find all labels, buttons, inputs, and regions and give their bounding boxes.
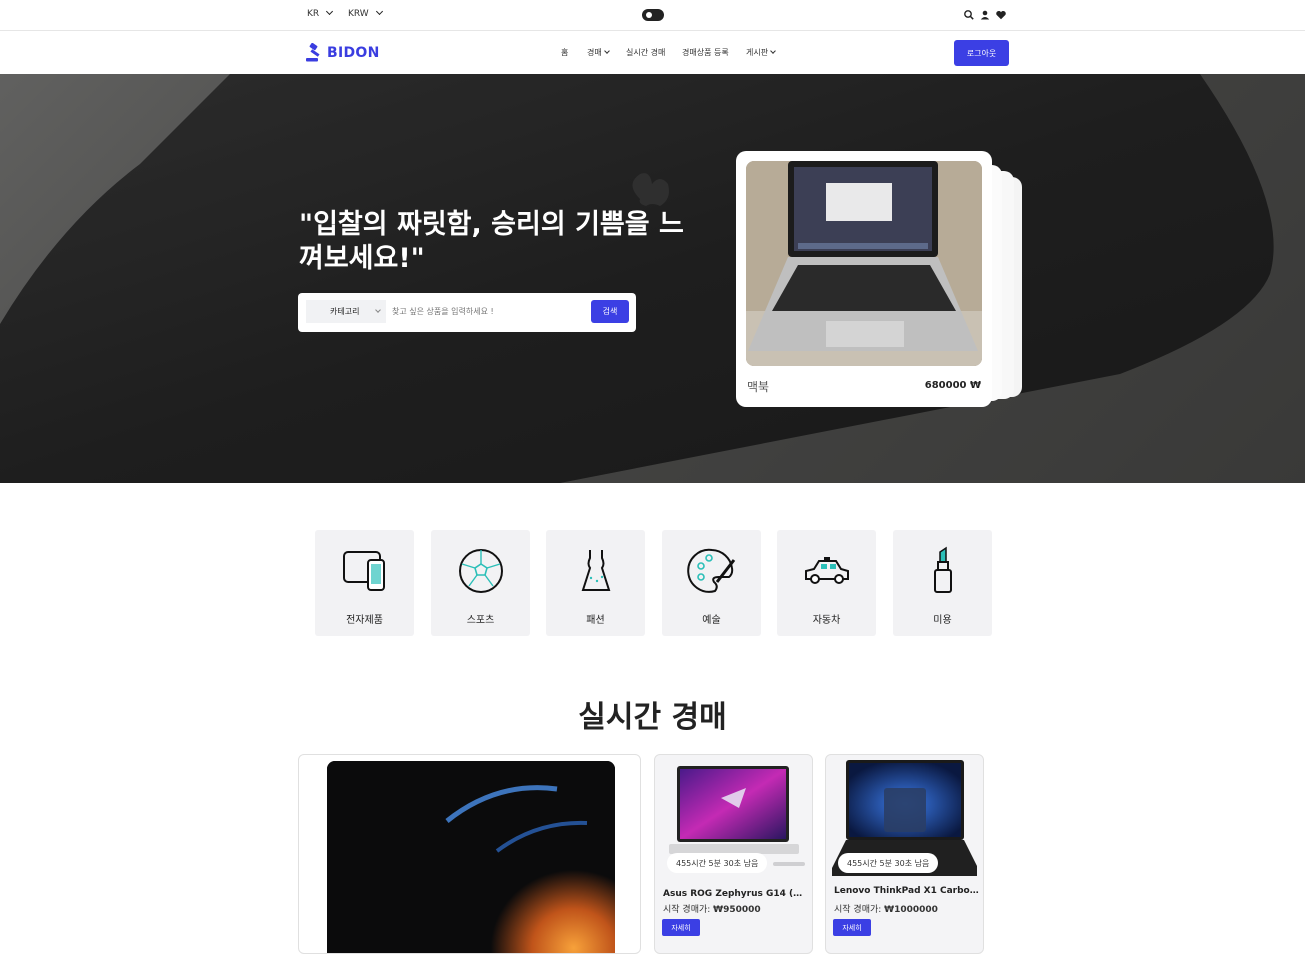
category-label: 전자제품	[346, 615, 383, 626]
category-label: 예술	[702, 615, 721, 626]
price-value: ₩1000000	[884, 905, 938, 915]
category-label: 미용	[933, 615, 952, 626]
hero-headline: "입찰의 짜릿함, 승리의 기쁨을 느껴보세요!"	[299, 209, 684, 274]
search-button[interactable]: 검색	[591, 300, 629, 323]
nav-auction-label: 경매	[587, 48, 602, 57]
user-icon[interactable]	[979, 9, 991, 21]
category-fashion[interactable]: 패션	[546, 530, 645, 636]
nav-live-auction[interactable]: 실시간 경매	[626, 47, 665, 58]
category-car[interactable]: 자동차	[777, 530, 876, 636]
search-bar: 카테고리 검색	[298, 293, 636, 332]
galaxy-tablet-image	[327, 761, 615, 953]
auction-timer: 455시간 5분 30초 남음	[667, 853, 768, 873]
detail-button[interactable]: 자세히	[662, 919, 700, 936]
category-label: 자동차	[812, 615, 841, 626]
auction-timer: 455시간 5분 30초 남음	[838, 853, 939, 873]
nav-auction[interactable]: 경매	[587, 47, 610, 58]
category-electronics[interactable]: 전자제품	[315, 530, 414, 636]
search-icon[interactable]	[963, 9, 975, 21]
nav-live-auction-label: 실시간 경매	[626, 48, 666, 57]
featured-item-price: 680000 ₩	[924, 380, 981, 391]
chevron-down-icon	[375, 307, 381, 313]
nav-board-label: 게시판	[746, 48, 769, 57]
hero-banner: "입찰의 짜릿함, 승리의 기쁨을 느껴보세요!" 카테고리 검색 맥북 680…	[0, 74, 1305, 483]
nav-board[interactable]: 게시판	[746, 47, 776, 58]
currency-select[interactable]: KRW	[348, 7, 383, 19]
live-auction-title: 실시간 경매	[578, 700, 727, 735]
nav-register-item[interactable]: 경매상품 등록	[682, 47, 729, 58]
category-art[interactable]: 예술	[662, 530, 761, 636]
lipstick-icon	[934, 546, 952, 593]
category-beauty[interactable]: 미용	[893, 530, 992, 636]
search-input[interactable]	[392, 300, 582, 323]
chevron-down-icon	[770, 48, 776, 54]
nav-home-label: 홈	[561, 48, 569, 57]
category-select[interactable]: 카테고리	[306, 300, 386, 323]
dress-icon	[581, 550, 611, 591]
category-sports[interactable]: 스포츠	[431, 530, 530, 636]
price-label: 시작 경매가:	[834, 905, 882, 915]
macbook-photo	[746, 161, 982, 366]
heart-icon[interactable]	[995, 9, 1007, 21]
logo[interactable]: BIDON	[305, 43, 380, 63]
auction-item-title: Asus ROG Zephyrus G14 (노트…	[663, 889, 808, 899]
top-bar: KR KRW	[0, 0, 1305, 31]
auction-item-title: Lenovo ThinkPad X1 Carbon (…	[834, 886, 979, 896]
palette-icon	[687, 548, 736, 593]
auction-start-price: 시작 경매가: ₩1000000	[834, 902, 938, 915]
category-select-label: 카테고리	[330, 307, 360, 316]
currency-value: KRW	[348, 9, 369, 19]
sun-icon	[646, 12, 652, 18]
main-navbar: BIDON 홈 경매 실시간 경매 경매상품 등록 게시판 로그아웃	[0, 31, 1305, 74]
live-auction-featured-card[interactable]	[298, 754, 641, 954]
price-value: ₩950000	[713, 905, 761, 915]
auction-start-price: 시작 경매가: ₩950000	[663, 902, 761, 915]
category-label: 패션	[586, 615, 605, 626]
featured-item-image	[746, 161, 982, 366]
chevron-down-icon	[375, 7, 383, 16]
language-select[interactable]: KR	[307, 7, 334, 19]
car-icon	[805, 557, 849, 584]
dark-mode-toggle[interactable]	[642, 9, 664, 21]
logout-button[interactable]: 로그아웃	[954, 40, 1009, 66]
chevron-down-icon	[326, 7, 334, 16]
live-auction-card[interactable]: 455시간 5분 30초 남음 Asus ROG Zephyrus G14 (노…	[654, 754, 813, 954]
price-label: 시작 경매가:	[663, 905, 711, 915]
logo-text: BIDON	[327, 45, 380, 61]
detail-button[interactable]: 자세히	[833, 919, 871, 936]
featured-item-card[interactable]: 맥북 680000 ₩	[736, 151, 992, 407]
gavel-logo-icon	[306, 43, 320, 62]
live-auction-card[interactable]: 455시간 5분 30초 남음 Lenovo ThinkPad X1 Carbo…	[825, 754, 984, 954]
tablet-icon	[343, 551, 385, 591]
nav-register-item-label: 경매상품 등록	[682, 48, 729, 57]
tablet-wallpaper	[327, 761, 615, 953]
soccer-ball-icon	[459, 549, 503, 593]
chevron-down-icon	[603, 48, 610, 54]
language-value: KR	[307, 9, 320, 19]
hero-overlay	[0, 74, 1305, 483]
category-label: 스포츠	[466, 615, 495, 626]
featured-item-name: 맥북	[747, 380, 770, 394]
nav-home[interactable]: 홈	[561, 47, 568, 58]
